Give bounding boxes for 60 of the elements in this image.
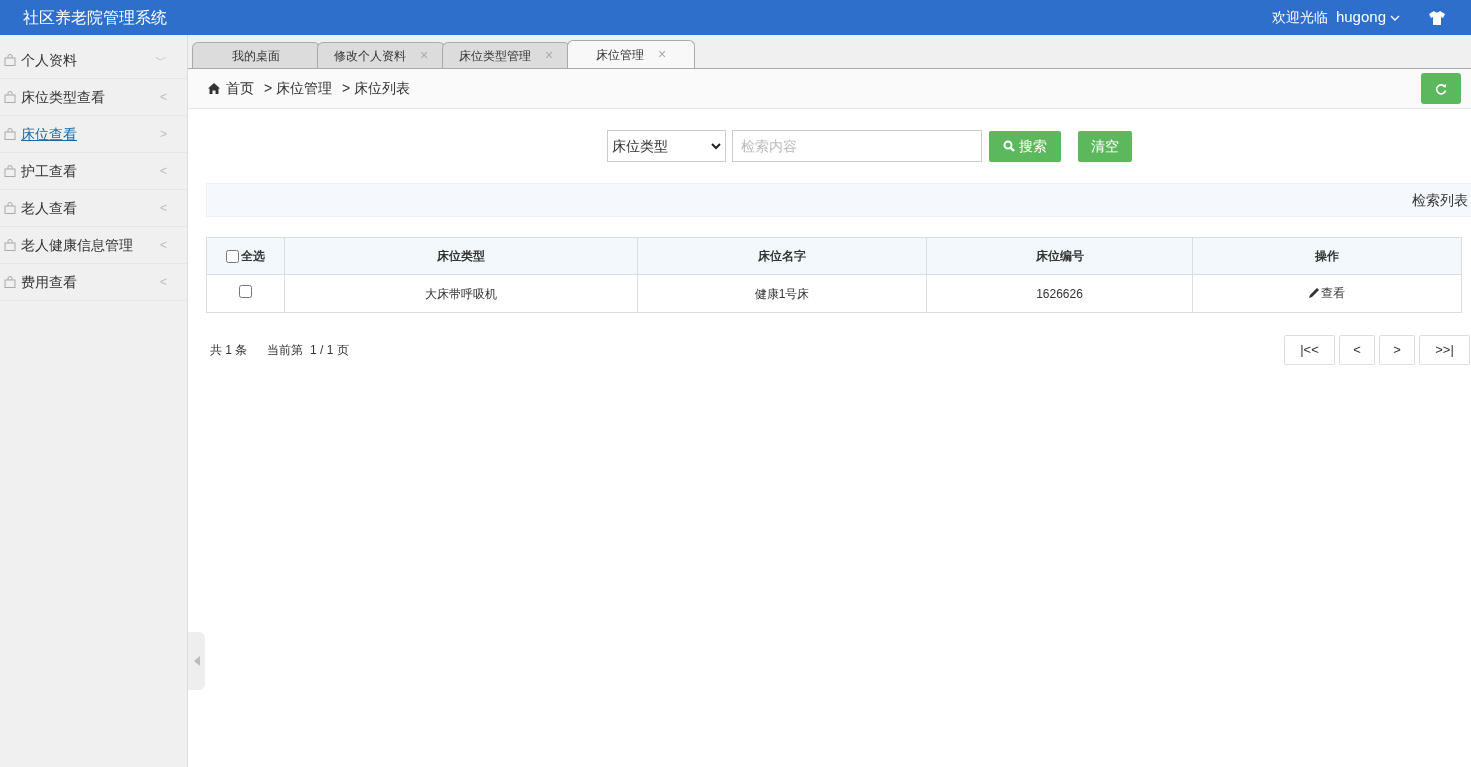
pencil-icon <box>1309 287 1320 299</box>
tab[interactable]: 床位管理 × <box>567 40 695 68</box>
sidebar-item[interactable]: 老人查看 < <box>0 190 187 227</box>
breadcrumb-link[interactable]: 首页 <box>226 78 254 99</box>
checkbox[interactable] <box>239 284 252 298</box>
table-header: 全选 <box>206 237 285 275</box>
sidebar-item[interactable]: 床位查看 > <box>0 116 187 153</box>
sidebar-item[interactable]: 护工查看 < <box>0 153 187 190</box>
sidebar-item[interactable]: 床位类型查看 < <box>0 79 187 116</box>
arrow-icon: > <box>160 125 167 143</box>
table-header: 床位名字 <box>637 237 927 275</box>
user-menu[interactable]: hugong <box>1335 6 1400 29</box>
arrow-icon: ﹀ <box>155 51 167 69</box>
type-select[interactable]: 床位类型 <box>607 130 726 162</box>
tab[interactable]: 床位类型管理 × <box>442 42 570 68</box>
welcome-text: 欢迎光临 <box>1271 8 1328 27</box>
bag-icon <box>4 165 16 177</box>
table-cell: 健康1号床 <box>637 274 927 313</box>
arrow-icon: < <box>160 273 167 291</box>
app-title: 社区养老院管理系统 <box>23 7 167 28</box>
search-field[interactable]: 检索内容 <box>732 130 982 162</box>
search-icon <box>1003 140 1015 152</box>
page-button[interactable]: < <box>1339 335 1375 365</box>
table-header: 床位编号 <box>926 237 1193 275</box>
triangle-left-icon <box>193 656 200 666</box>
arrow-icon: < <box>160 162 167 180</box>
total-count: 共 1 条 <box>210 342 248 359</box>
arrow-icon: < <box>160 236 167 254</box>
refresh-icon <box>1435 82 1447 95</box>
arrow-icon: < <box>160 199 167 217</box>
view-link[interactable]: 查看 <box>1309 283 1345 302</box>
tab[interactable]: 修改个人资料 × <box>317 42 445 68</box>
chevron-down-icon <box>711 142 721 150</box>
tab[interactable]: 我的桌面 <box>192 42 320 68</box>
breadcrumb-item: > 床位列表 <box>342 79 411 98</box>
bag-icon <box>4 54 16 66</box>
bag-icon <box>4 128 16 140</box>
panel-title: 检索列表 <box>1412 190 1468 210</box>
arrow-icon: < <box>160 88 167 106</box>
bag-icon <box>4 202 16 214</box>
sidebar-item[interactable]: 费用查看 < <box>0 264 187 301</box>
table-header: 操作 <box>1192 237 1462 275</box>
bag-icon <box>4 239 16 251</box>
collapse-handle[interactable] <box>188 632 205 690</box>
checkbox[interactable] <box>226 249 239 263</box>
home-icon <box>208 83 220 94</box>
chevron-down-icon <box>1390 14 1400 21</box>
bag-icon <box>4 276 16 288</box>
page-indicator: 当前第 1 / 1 页 <box>267 342 349 359</box>
page-button[interactable]: >>| <box>1419 335 1470 365</box>
sidebar-item[interactable]: 个人资料 ﹀ <box>0 42 187 79</box>
table-header: 床位类型 <box>284 237 638 275</box>
page-button[interactable]: |<< <box>1284 335 1335 365</box>
table-cell: 1626626 <box>926 274 1193 313</box>
shirt-icon[interactable] <box>1428 10 1446 25</box>
sidebar-item[interactable]: 老人健康信息管理 < <box>0 227 187 264</box>
bag-icon <box>4 91 16 103</box>
table-cell: 大床带呼吸机 <box>284 274 638 313</box>
page-button[interactable]: > <box>1379 335 1415 365</box>
breadcrumb-item: > 床位管理 <box>264 79 333 98</box>
